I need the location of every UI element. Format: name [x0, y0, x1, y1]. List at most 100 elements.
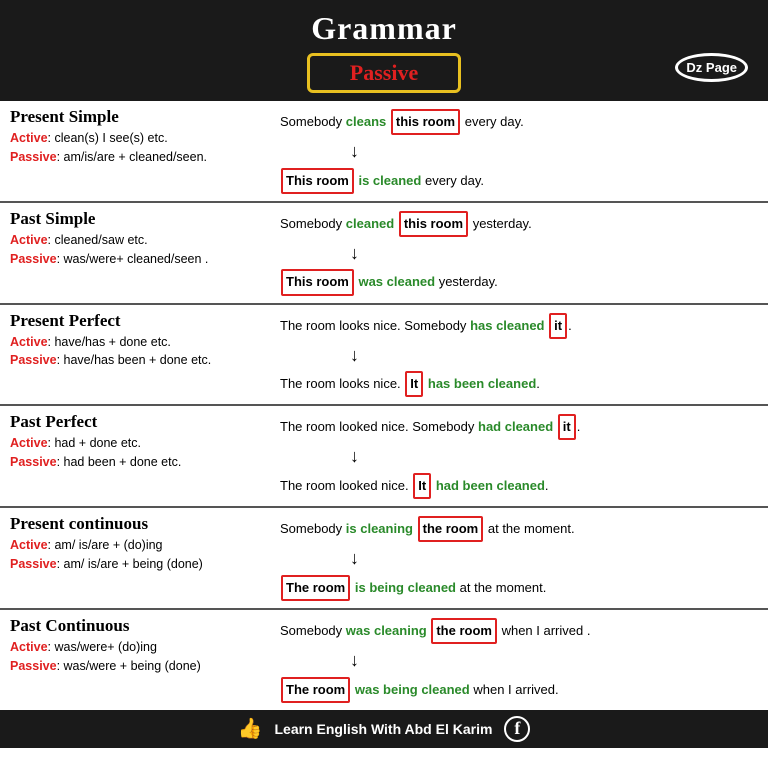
arrow-pp: ↓ [280, 340, 758, 371]
section-title-present-perfect: Present Perfect [10, 311, 272, 331]
example-passive-line-pasts: This room was cleaned yesterday. [280, 269, 758, 295]
section-past-simple: Past Simple Active: cleaned/saw etc. Pas… [0, 203, 768, 305]
example-active-line-pastc: Somebody was cleaning the room when I ar… [280, 618, 758, 644]
arrow-down-pastperf: ↓ [350, 441, 359, 472]
example-rest2-pc: at the moment. [460, 577, 547, 599]
example-subj-pp: The room looks nice. [280, 373, 401, 395]
example-obj1-ps: this room [391, 109, 460, 135]
active-label-ps: Active [10, 131, 48, 145]
example-verb2-pc: is being cleaned [355, 577, 456, 599]
right-col-past-simple: Somebody cleaned this room yesterday. ↓ … [280, 209, 758, 297]
example-verb1-pastc: was cleaning [346, 620, 427, 642]
example-active-line-pc: Somebody is cleaning the room at the mom… [280, 516, 758, 542]
example-subj2-pastc: The room [281, 677, 350, 703]
active-rule-pastc: : was/were+ (do)ing [48, 640, 157, 654]
content-area: Present Simple Active: clean(s) I see(s)… [0, 101, 768, 710]
passive-rule-pasts: : was/were+ cleaned/seen . [57, 252, 209, 266]
rule-passive-present-continuous: Passive: am/ is/are + being (done) [10, 555, 272, 574]
rule-active-present-perfect: Active: have/has + done etc. [10, 333, 272, 352]
section-past-perfect: Past Perfect Active: had + done etc. Pas… [0, 406, 768, 508]
passive-label-pasts: Passive [10, 252, 57, 266]
arrow-pc: ↓ [280, 543, 758, 574]
left-col-past-simple: Past Simple Active: cleaned/saw etc. Pas… [10, 209, 280, 269]
passive-label-pastc: Passive [10, 659, 57, 673]
active-label-pastc: Active [10, 640, 48, 654]
example-verb2-pastc: was being cleaned [355, 679, 470, 701]
example-active-line-pastperf: The room looked nice. Somebody had clean… [280, 414, 758, 440]
example-obj1-pasts: this room [399, 211, 468, 237]
arrow-ps: ↓ [280, 136, 758, 167]
section-title-past-perfect: Past Perfect [10, 412, 272, 432]
active-label-pasts: Active [10, 233, 48, 247]
example-text-pp: The room looks nice. Somebody [280, 315, 466, 337]
section-present-simple: Present Simple Active: clean(s) I see(s)… [0, 101, 768, 203]
example-text-pastperf: The room looked nice. Somebody [280, 416, 474, 438]
example-active-text-pastc: Somebody [280, 620, 342, 642]
arrow-down-ps: ↓ [350, 136, 359, 167]
passive-rule-pc: : am/ is/are + being (done) [57, 557, 203, 571]
example-verb-pastperf: had cleaned [478, 416, 553, 438]
left-col-present-simple: Present Simple Active: clean(s) I see(s)… [10, 107, 280, 167]
right-col-past-continuous: Somebody was cleaning the room when I ar… [280, 616, 758, 704]
section-present-perfect: Present Perfect Active: have/has + done … [0, 305, 768, 407]
active-rule-pasts: : cleaned/saw etc. [48, 233, 148, 247]
left-col-present-perfect: Present Perfect Active: have/has + done … [10, 311, 280, 371]
right-col-present-simple: Somebody cleans this room every day. ↓ T… [280, 107, 758, 195]
rule-passive-past-continuous: Passive: was/were + being (done) [10, 657, 272, 676]
example-rest1-pasts: yesterday. [473, 213, 532, 235]
left-col-past-perfect: Past Perfect Active: had + done etc. Pas… [10, 412, 280, 472]
rule-active-past-perfect: Active: had + done etc. [10, 434, 272, 453]
active-rule-pc: : am/ is/are + (do)ing [48, 538, 163, 552]
active-rule-ps: : clean(s) I see(s) etc. [48, 131, 168, 145]
example-obj1-pc: the room [418, 516, 484, 542]
active-label-pp: Active [10, 335, 48, 349]
example-active-line-pp: The room looks nice. Somebody has cleane… [280, 313, 758, 339]
passive-rule-pp: : have/has been + done etc. [57, 353, 212, 367]
example-active-text-pc: Somebody [280, 518, 342, 540]
active-label-pastperf: Active [10, 436, 48, 450]
example-rest2-ps: every day. [425, 170, 484, 192]
arrow-down-pc: ↓ [350, 543, 359, 574]
right-col-present-perfect: The room looks nice. Somebody has cleane… [280, 311, 758, 399]
passive-bar: Passive Dz Page [0, 53, 768, 101]
example-active-text-ps: Somebody [280, 111, 342, 133]
rule-passive-present-perfect: Passive: have/has been + done etc. [10, 351, 272, 370]
section-title-past-continuous: Past Continuous [10, 616, 272, 636]
example-subj-pastperf: The room looked nice. [280, 475, 409, 497]
arrow-down-pp: ↓ [350, 340, 359, 371]
arrow-down-pastc: ↓ [350, 645, 359, 676]
section-title-present-simple: Present Simple [10, 107, 272, 127]
example-active-line-pasts: Somebody cleaned this room yesterday. [280, 211, 758, 237]
example-end-pastperf: . [545, 475, 549, 497]
passive-label-pc: Passive [10, 557, 57, 571]
example-dot-pastperf: . [577, 416, 581, 438]
example-verb1-ps: cleans [346, 111, 386, 133]
example-boxed-pastperf: It [413, 473, 431, 499]
example-verb2-pp: has been cleaned [428, 373, 536, 395]
example-passive-line-pc: The room is being cleaned at the moment. [280, 575, 758, 601]
passive-label: Passive [307, 53, 461, 93]
example-passive-line-pp: The room looks nice. It has been cleaned… [280, 371, 758, 397]
example-verb1-pasts: cleaned [346, 213, 394, 235]
left-col-past-continuous: Past Continuous Active: was/were+ (do)in… [10, 616, 280, 676]
left-col-present-continuous: Present continuous Active: am/ is/are + … [10, 514, 280, 574]
example-rest2-pastc: when I arrived. [473, 679, 558, 701]
rule-passive-present-simple: Passive: am/is/are + cleaned/seen. [10, 148, 272, 167]
example-verb2-pasts: was cleaned [358, 271, 435, 293]
example-boxed-pp: It [405, 371, 423, 397]
example-passive-line-pastc: The room was being cleaned when I arrive… [280, 677, 758, 703]
rule-active-present-continuous: Active: am/ is/are + (do)ing [10, 536, 272, 555]
example-obj1-pastc: the room [431, 618, 497, 644]
example-obj-pp: it [549, 313, 567, 339]
footer: 👍 Learn English With Abd El Karim f [0, 710, 768, 748]
example-verb-pp: has cleaned [470, 315, 544, 337]
section-title-past-simple: Past Simple [10, 209, 272, 229]
example-rest1-pc: at the moment. [488, 518, 575, 540]
passive-label-ps: Passive [10, 150, 57, 164]
example-subj2-pc: The room [281, 575, 350, 601]
example-verb1-pc: is cleaning [346, 518, 413, 540]
arrow-down-pasts: ↓ [350, 238, 359, 269]
active-rule-pastperf: : had + done etc. [48, 436, 141, 450]
rule-passive-past-simple: Passive: was/were+ cleaned/seen . [10, 250, 272, 269]
rule-active-past-simple: Active: cleaned/saw etc. [10, 231, 272, 250]
